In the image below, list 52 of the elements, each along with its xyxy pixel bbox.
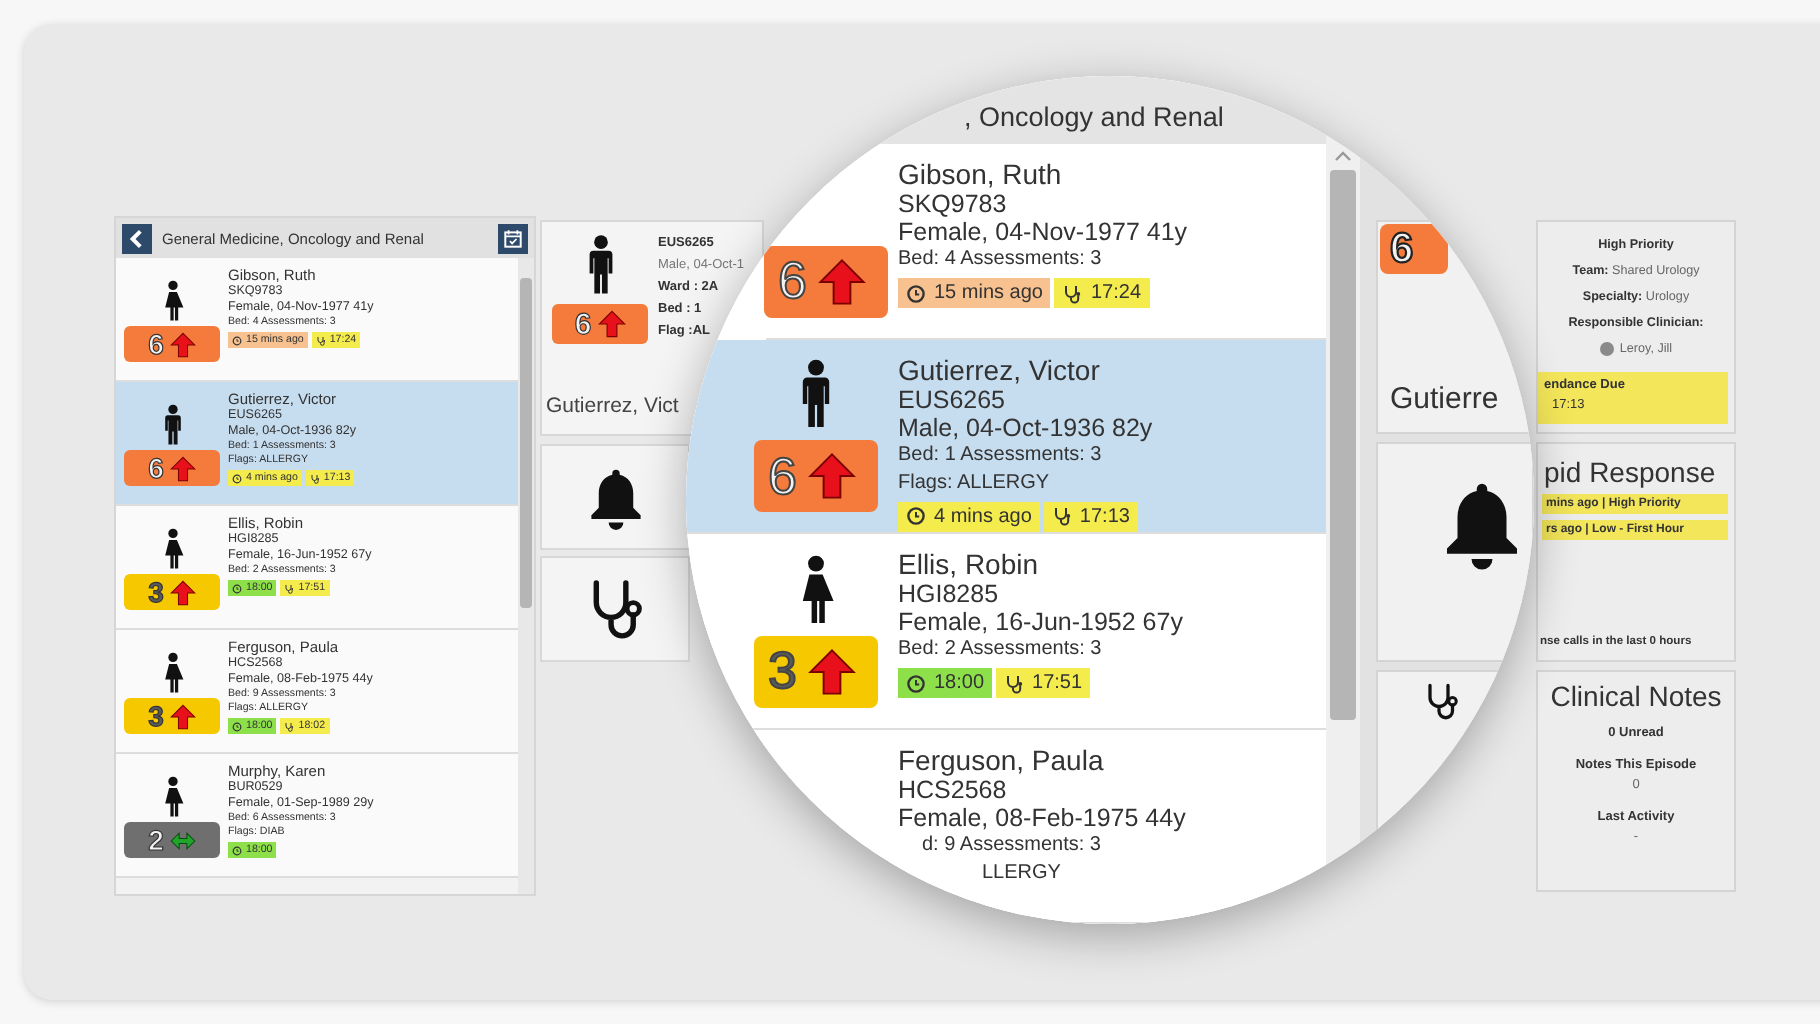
patient-name: Ellis, Robin (898, 550, 1039, 580)
bed-assessments: Bed: 1 Assessments: 3 (898, 441, 1102, 469)
patient-details: Female, 04-Nov-1977 41y (898, 218, 1188, 246)
avatar-icon (1599, 342, 1614, 356)
bed-assessments: Bed: 4 Assessments: 3 (898, 246, 1102, 274)
tag-text: 15 mins ago (934, 282, 1043, 304)
patient-name: Gutierre (1390, 382, 1501, 416)
action-tile[interactable] (540, 444, 690, 550)
score-number: 6 (148, 452, 164, 484)
patient-id: SKQ9783 (898, 190, 1007, 218)
patient-details: Female, 16-Jun-1952 67y (898, 608, 1183, 636)
scrollbar-thumb[interactable] (1330, 170, 1356, 720)
score-number: 3 (148, 576, 164, 608)
score-number: 6 (1390, 225, 1414, 273)
patient-row[interactable]: 6 Gibson, Ruth SKQ9783 Female, 04-Nov-1977 41y Bed: 4 Assessments: 3 15 mins ago 17:24 (766, 144, 1326, 339)
patient-flags: Flags: ALLERGY (898, 469, 1050, 497)
tag-text: 4 mins ago (934, 505, 1032, 527)
bed-assessments: Bed: 2 Assessments: 3 (898, 636, 1102, 664)
patient-flags: LLERGY (980, 859, 1061, 887)
action-tile[interactable] (540, 556, 690, 662)
score-number: 3 (148, 700, 164, 732)
patient-id: HCS2568 (898, 775, 1007, 803)
action-tile[interactable] (1376, 442, 1534, 662)
card-title: pid Response (1542, 454, 1718, 488)
patient-name: Gutierrez, Vict (546, 394, 679, 418)
patient-id: HGI8285 (898, 580, 999, 608)
calendar-button[interactable] (498, 223, 528, 253)
ward-title: , Oncology and Renal (964, 101, 1224, 131)
patient-name: Ferguson, Paula (898, 745, 1104, 775)
bed-assessments: d: 9 Assessments: 3 (920, 831, 1101, 859)
card-title: Clinical Notes (1550, 680, 1722, 712)
patient-details: Female, 08-Feb-1975 44y (898, 803, 1186, 831)
patient-id: EUS6265 (898, 385, 1006, 413)
patient-name: Gutierrez, Victor (898, 355, 1100, 385)
score-number: 6 (574, 307, 592, 341)
score-number: 2 (148, 824, 164, 856)
chevron-left-icon (126, 227, 148, 249)
score-number: 6 (778, 250, 807, 312)
tag-text: 18:00 (934, 672, 985, 694)
patient-details: Male, 04-Oct-1936 82y (898, 413, 1153, 441)
scrollbar-thumb[interactable] (520, 278, 532, 608)
score-number: 3 (768, 640, 797, 702)
patient-row[interactable]: 3 Ellis, Robin HGI8285 Female, 16-Jun-1952 67y Bed: 2 Assessments: 3 18:00 17:51 (686, 534, 1326, 729)
patient-row[interactable]: 6 Gutierrez, Victor EUS6265 Male, 04-Oct-1936 82y Bed: 1 Assessments: 3 Flags: ALLERGY 4 mins ago 17:13 (686, 339, 1326, 534)
tag-text: 17:13 (1079, 505, 1130, 527)
patient-name: Gibson, Ruth (898, 160, 1062, 190)
calendar-icon (502, 227, 524, 249)
score-number: 6 (148, 328, 164, 360)
score-number: 6 (768, 445, 797, 507)
tag-text: 17:51 (1032, 672, 1083, 694)
back-button[interactable] (122, 223, 152, 253)
tag-text: 17:24 (1090, 282, 1142, 304)
